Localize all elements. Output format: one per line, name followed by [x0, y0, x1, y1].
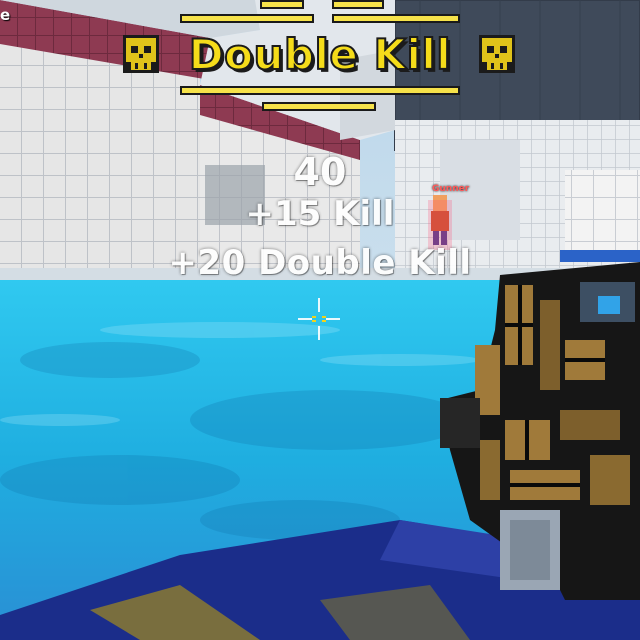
banner-bar — [332, 0, 384, 9]
banner-title: Double Kill — [188, 29, 452, 80]
banner-bar — [180, 86, 460, 95]
score-double-kill-bonus: +20 Double Kill — [168, 243, 472, 283]
banner-bar — [332, 14, 460, 23]
skull-icon — [123, 35, 159, 73]
crosshair-icon — [298, 298, 340, 340]
banner-bar — [180, 14, 314, 23]
skull-icon — [479, 35, 515, 73]
corner-text: e — [0, 6, 11, 24]
double-kill-banner: Double Kill — [120, 0, 520, 115]
banner-bar — [260, 0, 304, 9]
score-total: 40 — [293, 150, 347, 194]
score-kill-bonus: +15 Kill — [245, 194, 395, 234]
banner-bar — [262, 102, 376, 111]
